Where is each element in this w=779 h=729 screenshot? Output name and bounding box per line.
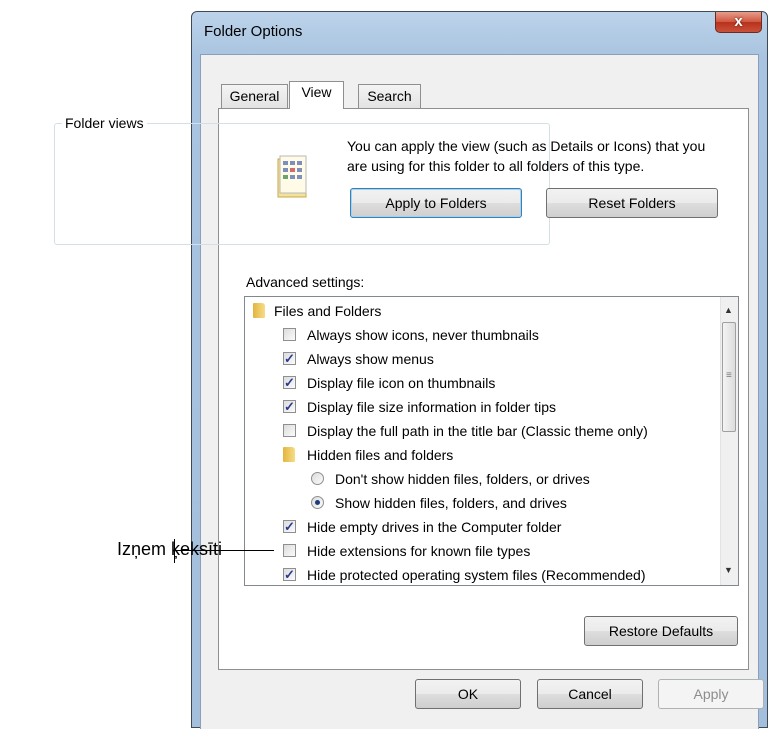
ok-button[interactable]: OK — [415, 679, 521, 709]
checkbox[interactable] — [283, 563, 296, 585]
advanced-settings-label: Advanced settings: — [246, 274, 365, 290]
window-title: Folder Options — [204, 23, 303, 40]
scrollbar-thumb[interactable]: ≡ — [722, 322, 736, 432]
reset-folders-button[interactable]: Reset Folders — [546, 188, 718, 218]
list-item-label: Files and Folders — [274, 303, 382, 319]
list-item-label: Don't show hidden files, folders, or dri… — [335, 471, 590, 487]
advanced-settings-list[interactable]: Files and Folders Always show icons, nev… — [244, 296, 739, 586]
checkbox[interactable] — [283, 328, 296, 341]
list-item-label: Always show icons, never thumbnails — [307, 327, 539, 343]
apply-to-folders-button[interactable]: Apply to Folders — [350, 188, 522, 218]
radio-button[interactable] — [311, 496, 324, 509]
tab-search[interactable]: Search — [358, 84, 421, 108]
list-item-label: Display file size information in folder … — [307, 399, 556, 415]
list-item-label: Display the full path in the title bar (… — [307, 423, 648, 439]
folder-views-description: You can apply the view (such as Details … — [347, 138, 706, 174]
list-item-label: Always show menus — [307, 351, 434, 367]
list-item-label: Display file icon on thumbnails — [307, 375, 496, 391]
checkbox[interactable] — [283, 515, 296, 539]
apply-button[interactable]: Apply — [658, 679, 764, 709]
folder-icon — [283, 447, 295, 462]
list-item-label: Hide protected operating system files (R… — [307, 567, 646, 583]
callout-line — [174, 550, 274, 551]
close-button[interactable]: x — [715, 12, 762, 33]
restore-defaults-button[interactable]: Restore Defaults — [584, 616, 738, 646]
list-item-label: Hide extensions for known file types — [307, 543, 531, 559]
scroll-down-arrow-icon[interactable]: ▼ — [724, 565, 733, 575]
checkbox[interactable] — [283, 347, 296, 371]
callout-bracket — [174, 539, 175, 563]
tab-general[interactable]: General — [221, 84, 288, 108]
checkbox[interactable] — [283, 424, 296, 437]
checkbox[interactable] — [283, 371, 296, 395]
vertical-scrollbar[interactable]: ▲ ≡ ▼ — [720, 297, 738, 585]
list-item-label: Hidden files and folders — [307, 447, 454, 463]
list-item-label: Show hidden files, folders, and drives — [335, 495, 567, 511]
cancel-button[interactable]: Cancel — [537, 679, 643, 709]
radio-button[interactable] — [311, 472, 324, 485]
folder-view-icon — [277, 155, 307, 198]
tab-view[interactable]: View — [289, 81, 344, 109]
scroll-up-arrow-icon[interactable]: ▲ — [724, 305, 733, 315]
grip-icon: ≡ — [726, 370, 732, 381]
folder-views-label: Folder views — [62, 115, 147, 131]
checkbox[interactable] — [283, 544, 296, 557]
list-item-label: Hide empty drives in the Computer folder — [307, 519, 562, 535]
folder-icon — [253, 303, 265, 318]
checkbox[interactable] — [283, 395, 296, 419]
